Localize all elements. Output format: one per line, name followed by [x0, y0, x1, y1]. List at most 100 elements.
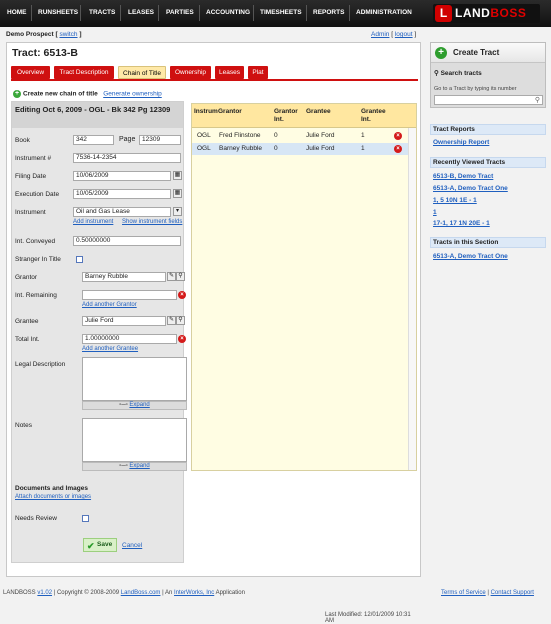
resize-icon[interactable]: ▫─▫: [119, 463, 128, 469]
book-label: Book: [15, 137, 30, 144]
page-label: Page: [119, 136, 136, 143]
instrument-number-input[interactable]: 7536-14-2354: [73, 153, 181, 163]
new-chain-link[interactable]: Create new chain of title: [23, 91, 98, 98]
add-grantor-link[interactable]: Add another Grantor: [82, 302, 137, 308]
tab-plat[interactable]: Plat: [248, 66, 268, 79]
col-grantee[interactable]: Grantee: [306, 108, 331, 116]
instrument-select[interactable]: Oil and Gas Lease: [73, 207, 171, 217]
edit-pencil-icon[interactable]: ✎: [167, 316, 176, 325]
tract-reports-header: Tract Reports: [430, 124, 546, 135]
section-tract-link[interactable]: 6513-A, Demo Tract One: [433, 253, 508, 260]
total-int-label: Total Int.: [15, 336, 40, 343]
footer-brand: LANDBOSS: [3, 590, 38, 596]
tab-chain-of-title[interactable]: Chain of Title: [118, 66, 166, 79]
chevron-down-icon[interactable]: ▾: [173, 207, 182, 216]
landboss-logo[interactable]: L LANDBOSS: [433, 4, 540, 23]
cell-grantee: Julie Ford: [306, 132, 335, 139]
attach-documents-link[interactable]: Attach documents or images: [15, 494, 91, 500]
nav-leases[interactable]: LEASES: [128, 9, 154, 16]
edit-pencil-icon[interactable]: ✎: [167, 272, 176, 281]
cell-grantee: Julie Ford: [306, 145, 335, 152]
tract-search-input[interactable]: ⚲: [434, 95, 543, 105]
filing-date-input[interactable]: 10/06/2009: [73, 171, 171, 181]
search-icon[interactable]: ⚲: [176, 272, 185, 281]
delete-row-icon[interactable]: ×: [394, 132, 402, 140]
grid-header: Instrum Grantor Grantor Int. Grantee Gra…: [192, 104, 416, 128]
delete-row-icon[interactable]: ×: [394, 145, 402, 153]
col-instrument[interactable]: Instrum: [194, 108, 218, 116]
nav-timesheets[interactable]: TIMESHEETS: [260, 9, 302, 16]
nav-administration[interactable]: ADMINISTRATION: [356, 9, 412, 16]
contact-support-link[interactable]: Contact Support: [491, 590, 534, 596]
grantor-input[interactable]: Barney Rubble: [82, 272, 166, 282]
calendar-icon[interactable]: ▦: [173, 171, 182, 180]
notes-expand-link[interactable]: Expand: [129, 463, 149, 469]
legal-expand-link[interactable]: Expand: [129, 402, 149, 408]
ownership-report-link[interactable]: Ownership Report: [433, 139, 489, 146]
nav-tracts[interactable]: TRACTS: [89, 9, 115, 16]
remove-grantee-icon[interactable]: ×: [178, 335, 186, 343]
add-circle-icon[interactable]: +: [13, 90, 21, 98]
search-icon[interactable]: ⚲: [176, 316, 185, 325]
last-modified: Last Modified: 12/01/2009 10:31 AM: [325, 612, 411, 624]
recent-tract-link[interactable]: 1: [433, 209, 437, 216]
col-grantor[interactable]: Grantor: [218, 108, 242, 116]
instrument-number-label: Instrument #: [15, 155, 52, 162]
add-instrument-link[interactable]: Add instrument: [73, 219, 113, 225]
nav-accounting[interactable]: ACCOUNTING: [206, 9, 250, 16]
cell-instrument: OGL: [197, 145, 211, 152]
terms-link[interactable]: Terms of Service: [441, 590, 486, 596]
cancel-link[interactable]: Cancel: [122, 542, 142, 549]
tab-tract-description[interactable]: Tract Description: [54, 66, 114, 79]
resize-icon[interactable]: ▫─▫: [119, 402, 128, 408]
total-int-input[interactable]: 1.00000000: [82, 334, 177, 344]
grantee-input[interactable]: Julie Ford: [82, 316, 166, 326]
nav-parties[interactable]: PARTIES: [166, 9, 194, 16]
nav-separator: [31, 5, 32, 21]
tab-ownership[interactable]: Ownership: [170, 66, 211, 79]
tab-overview[interactable]: Overview: [11, 66, 50, 79]
landboss-site-link[interactable]: LandBoss.com: [121, 590, 161, 596]
add-circle-icon: +: [435, 47, 447, 59]
create-tract-button[interactable]: + Create Tract: [431, 43, 545, 63]
nav-runsheets[interactable]: RUNSHEETS: [38, 9, 78, 16]
footer-left: LANDBOSS v1.02 | Copyright © 2008-2009 L…: [3, 590, 245, 596]
col-grantor-int[interactable]: Grantor Int.: [274, 108, 300, 124]
recent-tract-link[interactable]: 17-1, 17 1N 20E - 1: [433, 220, 490, 227]
calendar-icon[interactable]: ▦: [173, 189, 182, 198]
save-label: Save: [97, 541, 113, 548]
logout-link[interactable]: logout: [395, 31, 413, 38]
recent-tract-link[interactable]: 6513-B, Demo Tract: [433, 173, 493, 180]
stranger-in-title-checkbox[interactable]: [76, 256, 83, 263]
recent-tracts-header: Recently Viewed Tracts: [430, 157, 546, 168]
save-button[interactable]: ✔ Save: [83, 538, 117, 552]
book-input[interactable]: 342: [73, 135, 114, 145]
remove-grantor-icon[interactable]: ×: [178, 291, 186, 299]
switch-link[interactable]: switch: [59, 31, 77, 38]
version-link[interactable]: v1.02: [37, 590, 52, 596]
legal-description-textarea[interactable]: [82, 357, 187, 401]
table-row[interactable]: OGL Fred Flinstone 0 Julie Ford 1 ×: [192, 130, 408, 142]
show-instrument-fields-link[interactable]: Show instrument fields: [122, 219, 182, 225]
page-input[interactable]: 12309: [139, 135, 181, 145]
grid-scrollbar[interactable]: [408, 128, 416, 470]
nav-reports[interactable]: REPORTS: [313, 9, 344, 16]
int-conveyed-input[interactable]: 0.50000000: [73, 236, 181, 246]
int-remaining-input[interactable]: [82, 290, 177, 300]
int-remaining-label: Int. Remaining: [15, 292, 57, 299]
col-grantee-int[interactable]: Grantee Int.: [361, 108, 389, 124]
admin-link[interactable]: Admin: [371, 31, 389, 38]
nav-home[interactable]: HOME: [7, 9, 27, 16]
notes-textarea[interactable]: [82, 418, 187, 462]
execution-date-label: Execution Date: [15, 191, 60, 198]
recent-tract-link[interactable]: 6513-A, Demo Tract One: [433, 185, 508, 192]
execution-date-input[interactable]: 10/05/2009: [73, 189, 171, 199]
recent-tract-link[interactable]: 1, 5 10N 1E - 1: [433, 197, 477, 204]
search-icon[interactable]: ⚲: [535, 96, 540, 104]
table-row[interactable]: OGL Barney Rubble 0 Julie Ford 1 ×: [192, 143, 408, 155]
tab-leases[interactable]: Leases: [215, 66, 244, 79]
needs-review-checkbox[interactable]: [82, 515, 89, 522]
add-grantee-link[interactable]: Add another Grantee: [82, 346, 138, 352]
generate-ownership-link[interactable]: Generate ownership: [103, 91, 162, 98]
interworks-link[interactable]: InterWorks, Inc: [174, 590, 214, 596]
